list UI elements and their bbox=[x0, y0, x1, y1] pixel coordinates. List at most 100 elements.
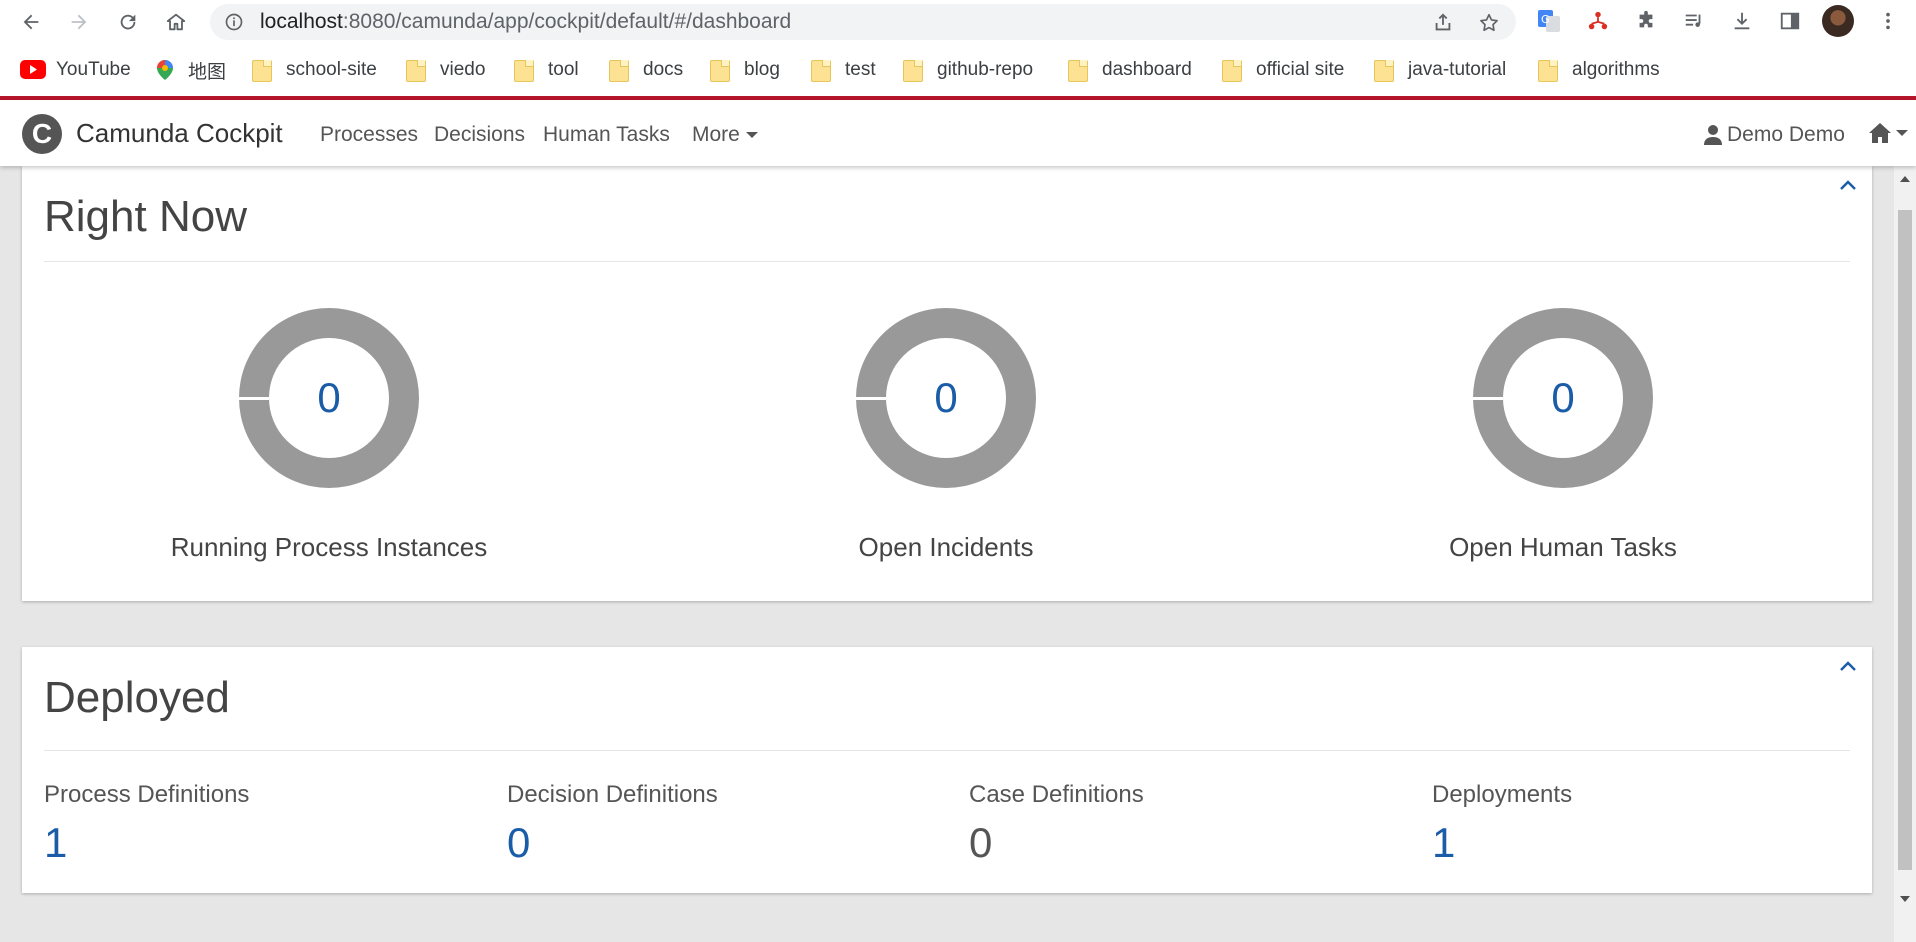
profile-avatar[interactable] bbox=[1822, 5, 1854, 37]
forward-icon[interactable] bbox=[64, 7, 94, 37]
bookmark-test[interactable]: test bbox=[811, 58, 876, 82]
browser-toolbar: localhost:8080/camunda/app/cockpit/defau… bbox=[0, 0, 1916, 44]
browser-menu-icon[interactable] bbox=[1876, 9, 1900, 33]
open-incidents-count[interactable]: 0 bbox=[856, 308, 1036, 488]
process-definitions-stat: Process Definitions 1 bbox=[44, 781, 464, 867]
bookmark-docs[interactable]: docs bbox=[609, 58, 683, 82]
bookmark-blog[interactable]: blog bbox=[710, 58, 780, 82]
url-text: localhost:8080/camunda/app/cockpit/defau… bbox=[260, 4, 791, 40]
running-instances-count[interactable]: 0 bbox=[239, 308, 419, 488]
nav-decisions[interactable]: Decisions bbox=[434, 123, 525, 147]
panel-divider bbox=[44, 261, 1850, 262]
donut-chart[interactable]: 0 bbox=[856, 308, 1036, 488]
folder-icon bbox=[811, 60, 831, 82]
bookmark-label: school-site bbox=[286, 59, 377, 80]
open-incidents-label: Open Incidents bbox=[858, 532, 1034, 562]
share-icon[interactable] bbox=[1432, 12, 1454, 34]
open-human-tasks-count[interactable]: 0 bbox=[1473, 308, 1653, 488]
folder-icon bbox=[710, 60, 730, 82]
folder-icon bbox=[406, 60, 426, 82]
bookmark-label: test bbox=[845, 59, 876, 80]
deployments-count[interactable]: 1 bbox=[1432, 819, 1852, 867]
bookmark-label: dashboard bbox=[1102, 59, 1192, 80]
folder-icon bbox=[1222, 60, 1242, 82]
bookmark-tool[interactable]: tool bbox=[514, 58, 579, 82]
svg-text:G: G bbox=[1541, 13, 1550, 26]
url-path: :8080/camunda/app/cockpit/default/#/dash… bbox=[342, 10, 792, 33]
nav-more-dropdown[interactable]: More bbox=[692, 123, 758, 147]
bookmark-label: YouTube bbox=[56, 59, 131, 80]
bookmark-label: blog bbox=[744, 59, 780, 80]
download-icon[interactable] bbox=[1730, 9, 1754, 33]
collapse-chevron-up-icon[interactable] bbox=[1838, 659, 1858, 673]
camunda-logo[interactable]: C bbox=[22, 114, 62, 154]
user-menu[interactable]: Demo Demo bbox=[1703, 123, 1845, 147]
media-queue-icon[interactable] bbox=[1682, 9, 1706, 33]
decision-definitions-stat: Decision Definitions 0 bbox=[507, 781, 927, 867]
folder-icon bbox=[252, 60, 272, 82]
bookmark-youtube[interactable]: YouTube bbox=[20, 58, 131, 82]
reload-icon[interactable] bbox=[113, 7, 143, 37]
right-now-title: Right Now bbox=[44, 192, 247, 241]
bookmark-label: 地图 bbox=[188, 61, 227, 83]
folder-icon bbox=[1538, 60, 1558, 82]
scroll-up-arrow-icon[interactable] bbox=[1900, 176, 1910, 182]
deployments-stat: Deployments 1 bbox=[1432, 781, 1852, 867]
nav-human-tasks[interactable]: Human Tasks bbox=[543, 123, 670, 147]
bookmark-star-icon[interactable] bbox=[1478, 12, 1500, 34]
collapse-chevron-up-icon[interactable] bbox=[1838, 178, 1858, 192]
bookmark-maps[interactable]: 地图 bbox=[156, 58, 227, 83]
bookmark-viedo[interactable]: viedo bbox=[406, 58, 485, 82]
folder-icon bbox=[609, 60, 629, 82]
bookmark-label: official site bbox=[1256, 59, 1345, 80]
decision-definitions-count[interactable]: 0 bbox=[507, 819, 927, 867]
case-definitions-count: 0 bbox=[969, 819, 993, 866]
bookmark-github-repo[interactable]: github-repo bbox=[903, 58, 1033, 82]
bookmark-algorithms[interactable]: algorithms bbox=[1538, 58, 1660, 82]
side-panel-icon[interactable] bbox=[1778, 9, 1802, 33]
donut-chart[interactable]: 0 bbox=[1473, 308, 1653, 488]
user-name: Demo Demo bbox=[1727, 123, 1845, 146]
deployed-title: Deployed bbox=[44, 673, 230, 722]
bookmark-java-tutorial[interactable]: java-tutorial bbox=[1374, 58, 1506, 82]
case-definitions-label: Case Definitions bbox=[969, 781, 1144, 808]
maps-icon bbox=[157, 60, 173, 80]
bookmark-label: tool bbox=[548, 59, 579, 80]
case-definitions-stat: Case Definitions 0 bbox=[969, 781, 1389, 867]
folder-icon bbox=[1374, 60, 1394, 82]
translate-extension-icon[interactable]: G bbox=[1537, 9, 1561, 33]
bookmark-official-site[interactable]: official site bbox=[1222, 58, 1344, 82]
panel-divider bbox=[44, 750, 1850, 751]
scroll-thumb[interactable] bbox=[1898, 210, 1912, 870]
process-definitions-count[interactable]: 1 bbox=[44, 819, 464, 867]
bookmark-label: github-repo bbox=[937, 59, 1034, 80]
decision-definitions-label: Decision Definitions bbox=[507, 781, 718, 808]
process-definitions-label: Process Definitions bbox=[44, 781, 250, 808]
page-scrollbar[interactable] bbox=[1894, 166, 1916, 942]
site-info-icon[interactable] bbox=[224, 12, 244, 32]
chevron-down-icon bbox=[745, 132, 758, 139]
youtube-icon bbox=[20, 60, 46, 79]
bookmark-school-site[interactable]: school-site bbox=[252, 58, 377, 82]
nav-processes[interactable]: Processes bbox=[320, 123, 418, 147]
back-icon[interactable] bbox=[16, 7, 46, 37]
nav-more-label: More bbox=[692, 123, 740, 146]
user-icon bbox=[1704, 125, 1722, 145]
bookmark-label: algorithms bbox=[1572, 59, 1660, 80]
running-instances-label: Running Process Instances bbox=[170, 532, 488, 562]
bookmark-label: docs bbox=[643, 59, 684, 80]
extensions-puzzle-icon[interactable] bbox=[1634, 9, 1658, 33]
app-header: C Camunda Cockpit Processes Decisions Hu… bbox=[0, 100, 1916, 166]
home-icon[interactable] bbox=[161, 7, 191, 37]
brand-title[interactable]: Camunda Cockpit bbox=[76, 118, 283, 149]
donut-chart[interactable]: 0 bbox=[239, 308, 419, 488]
bookmark-dashboard[interactable]: dashboard bbox=[1068, 58, 1192, 82]
bookmarks-bar: YouTube 地图 school-site viedo tool docs b… bbox=[0, 44, 1916, 96]
bookmark-label: java-tutorial bbox=[1408, 59, 1507, 80]
home-icon bbox=[1869, 123, 1891, 143]
app-switcher-menu[interactable] bbox=[1868, 122, 1908, 144]
network-extension-icon[interactable] bbox=[1586, 9, 1610, 33]
bookmark-label: viedo bbox=[440, 59, 486, 80]
address-bar[interactable]: localhost:8080/camunda/app/cockpit/defau… bbox=[210, 4, 1516, 40]
scroll-down-arrow-icon[interactable] bbox=[1900, 896, 1910, 902]
